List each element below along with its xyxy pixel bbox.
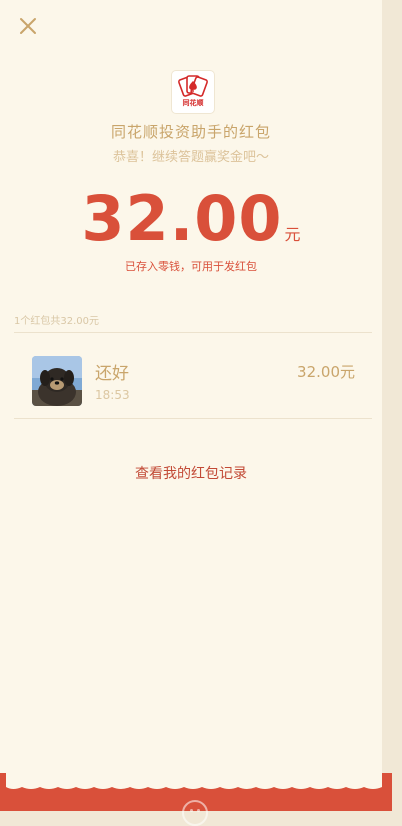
amount-value: 32.00 [81, 182, 283, 255]
packet-summary: 1个红包共32.00元 [14, 316, 99, 327]
playing-cards-logo-icon: 同花顺 [178, 75, 208, 107]
view-red-packet-history-link[interactable]: 查看我的红包记录 [0, 463, 382, 483]
logo-text: 同花顺 [183, 98, 204, 107]
dog-avatar-icon [32, 356, 82, 406]
smile-icon [182, 800, 208, 826]
subtitle: 恭喜！继续答题赢奖金吧～ [112, 150, 269, 165]
close-button[interactable] [14, 12, 42, 40]
record-row[interactable]: 还好 18:53 32.00元 [14, 340, 372, 418]
app-name: 同花顺投资助手的红包 [110, 123, 271, 141]
close-icon [20, 18, 36, 34]
summary-divider [14, 332, 372, 333]
red-envelope-footer [0, 773, 402, 826]
amount-display: 32.00 元 [0, 182, 382, 255]
amount-note: 已存入零钱，可用于发红包 [125, 260, 257, 273]
received-amount: 32.00元 [297, 363, 355, 381]
row-divider [14, 418, 372, 419]
received-time: 18:53 [95, 388, 130, 402]
red-packet-detail-sheet: 同花顺 同花顺投资助手的红包 恭喜！继续答题赢奖金吧～ 32.00 元 已存入零钱… [0, 0, 382, 811]
user-avatar[interactable] [32, 356, 82, 406]
user-name: 还好 [95, 364, 129, 384]
amount-unit: 元 [284, 225, 301, 244]
app-logo: 同花顺 [172, 71, 214, 113]
